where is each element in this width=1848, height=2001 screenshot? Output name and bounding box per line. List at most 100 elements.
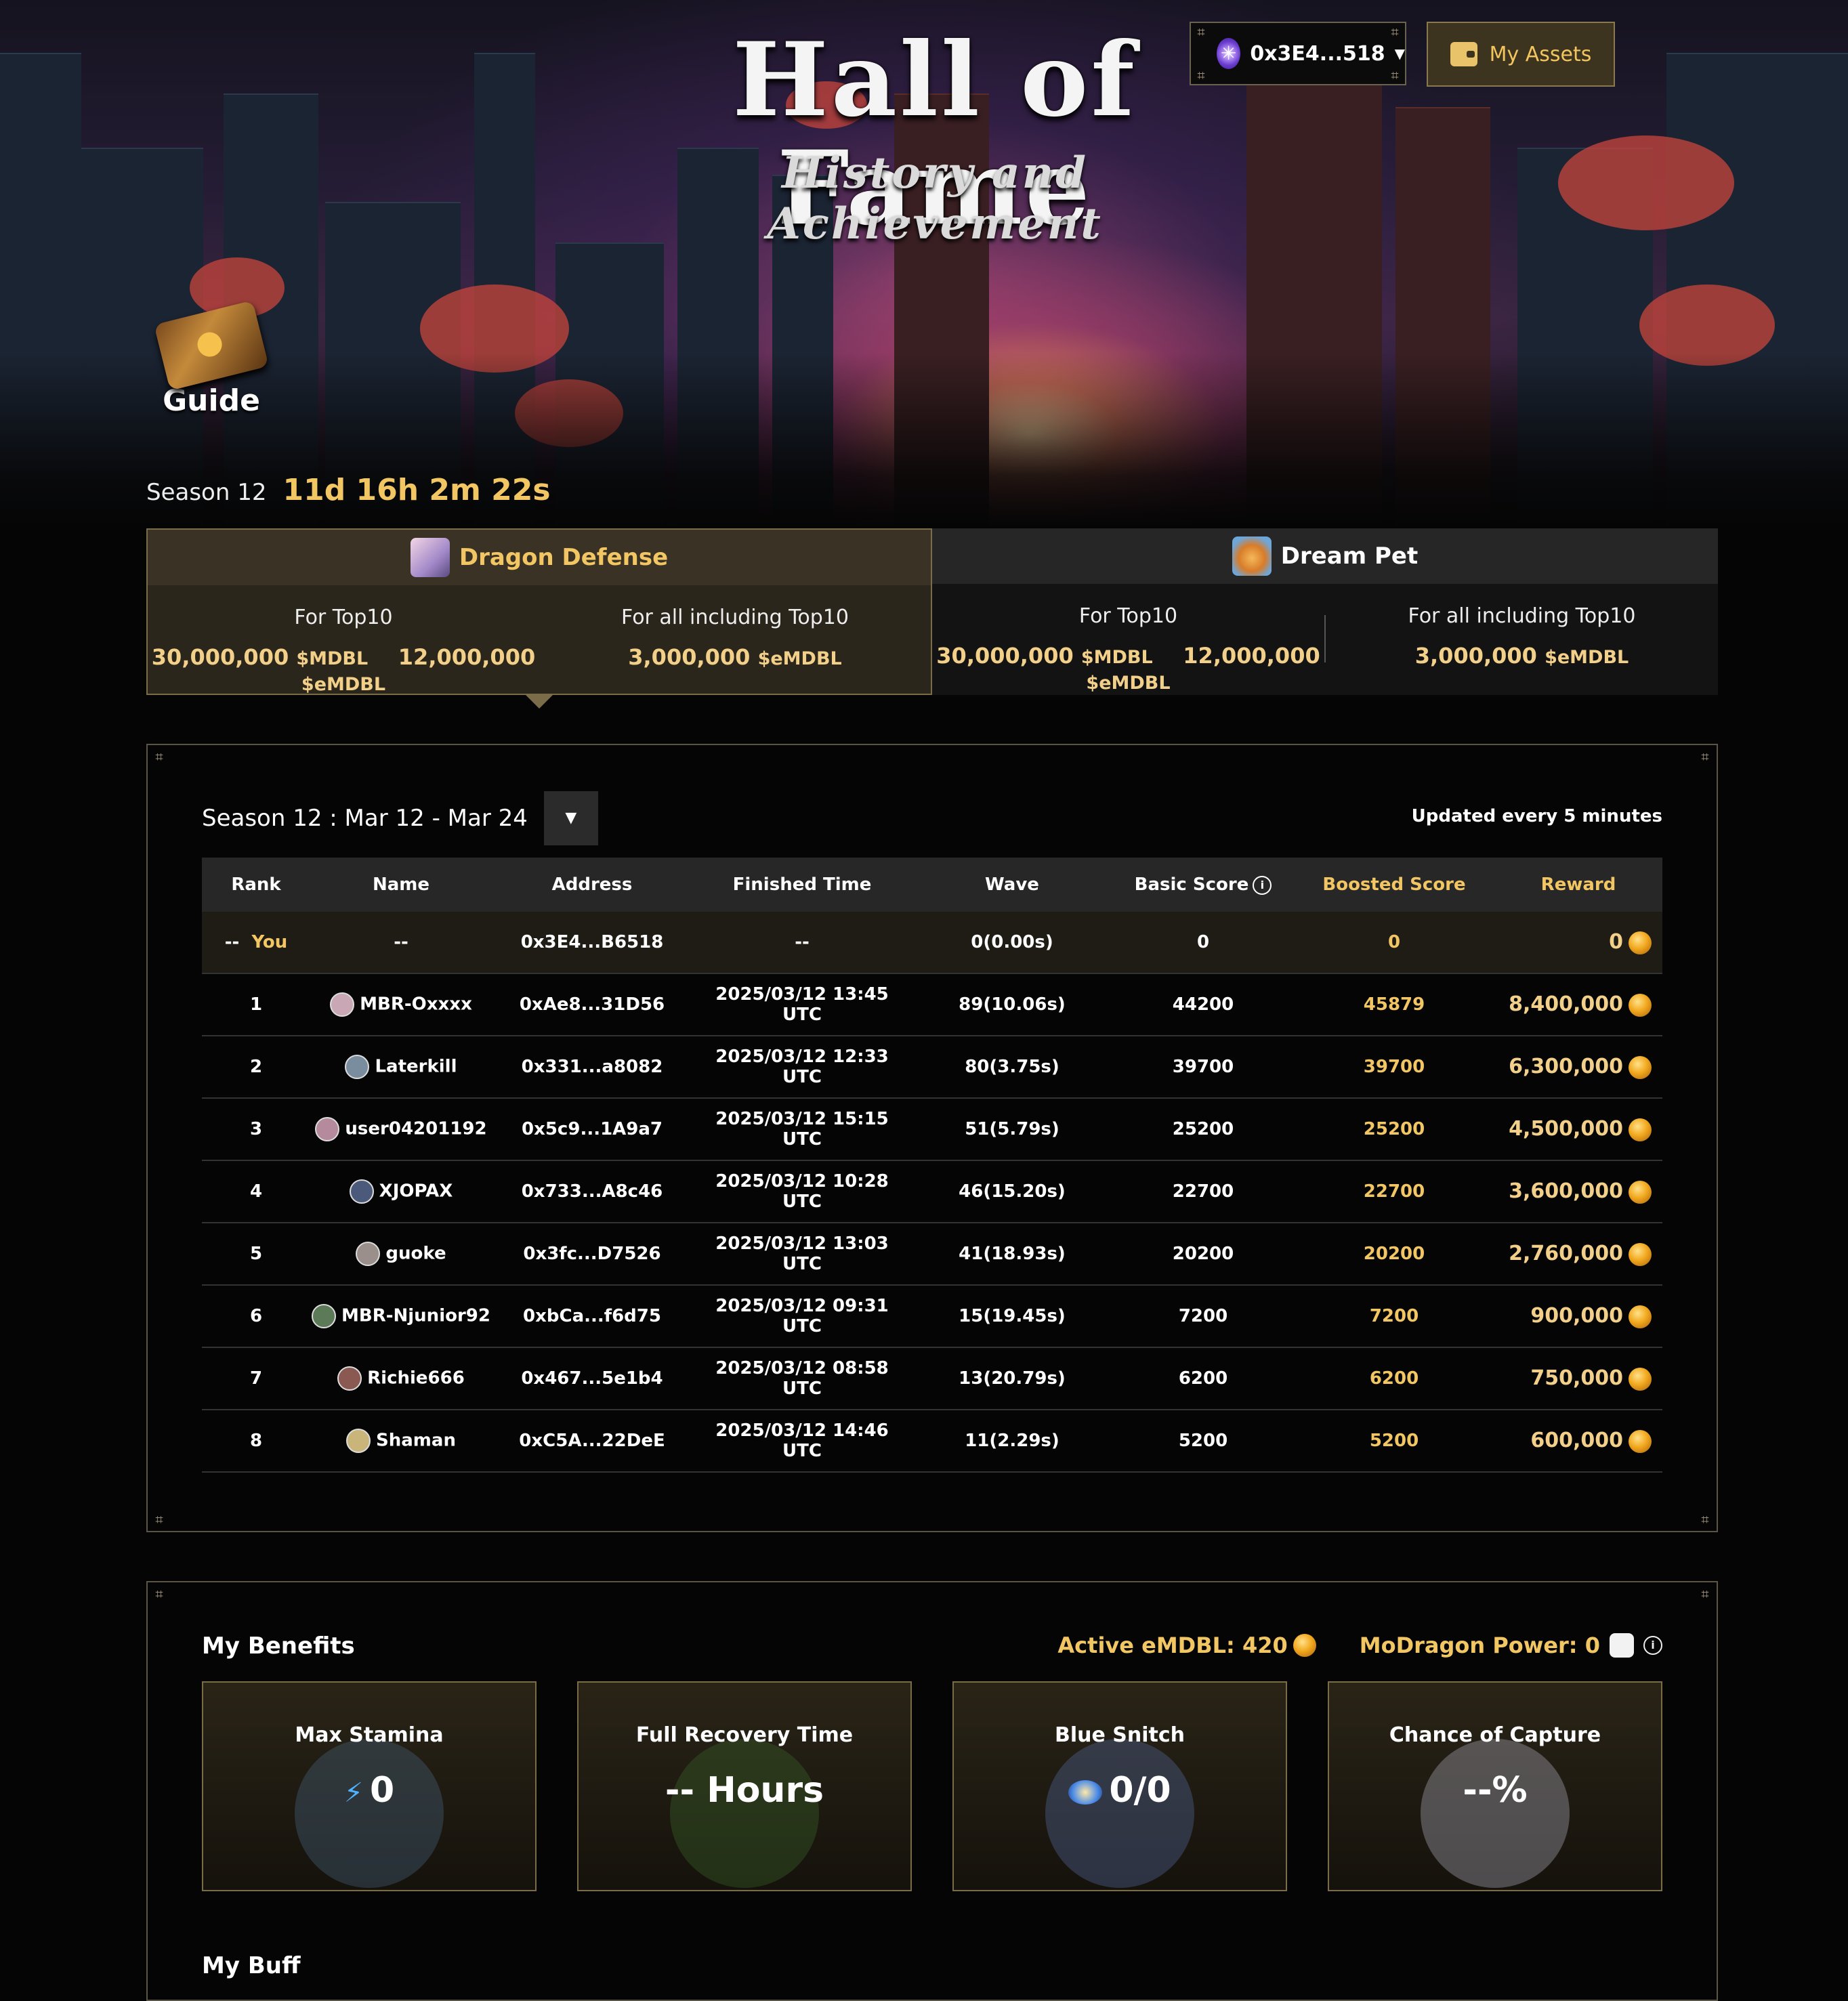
coin-icon (1293, 1634, 1316, 1657)
corner-ornament-icon: ⌗ (1701, 1586, 1709, 1602)
column-header: Finished Time (692, 858, 912, 912)
season-countdown: Season 12 11d 16h 2m 22s (146, 473, 551, 507)
reward-cell: 0 (1494, 912, 1662, 974)
player-name: MBR-Njunior92 (341, 1305, 490, 1326)
reward-cell: 2,760,000 (1494, 1223, 1662, 1286)
corner-ornament-icon: ⌗ (155, 749, 163, 765)
info-icon[interactable]: i (1643, 1636, 1662, 1655)
wallet-icon (1450, 42, 1477, 66)
my-buff-title: My Buff (202, 1952, 301, 1979)
avatar (330, 992, 355, 1017)
rank-cell: 1 (202, 973, 310, 1036)
wave-cell: 89(10.06s) (912, 973, 1112, 1036)
reward-heading: For all including Top10 (1408, 604, 1636, 628)
reward-unit: $eMDBL (1545, 647, 1629, 668)
name-cell[interactable]: Laterkill (310, 1036, 492, 1099)
card-background-art (670, 1739, 819, 1888)
chevron-down-icon: ▼ (565, 809, 577, 826)
name-cell[interactable]: Shaman (310, 1410, 492, 1473)
card-title: Blue Snitch (1054, 1723, 1185, 1747)
reward-unit: $MDBL (296, 648, 369, 669)
chevron-down-icon: ▼ (1394, 45, 1405, 62)
reward-value: 3,600,000 (1509, 1179, 1623, 1204)
coin-icon (1629, 1242, 1652, 1266)
player-name: user04201192 (345, 1118, 487, 1139)
page-subtitle: History and Achievement (767, 148, 1103, 249)
reward-value: 4,500,000 (1509, 1117, 1623, 1141)
active-tab-pointer (526, 695, 553, 709)
reward-value: 2,760,000 (1509, 1242, 1623, 1266)
guide-label: Guide (163, 383, 260, 418)
boosted-score-cell: 45879 (1294, 973, 1494, 1036)
countdown-timer: 11d 16h 2m 22s (282, 473, 551, 507)
reward-cell: 4,500,000 (1494, 1098, 1662, 1161)
season-range: Season 12 : Mar 12 - Mar 24 (202, 805, 528, 832)
fist-icon (1610, 1633, 1634, 1658)
wave-cell: 80(3.75s) (912, 1036, 1112, 1099)
finished-cell: 2025/03/12 13:03 UTC (692, 1223, 912, 1286)
wallet-dropdown[interactable]: ⌗ ⌗ ⌗ ⌗ ✳ 0x3E4...518 ▼ (1190, 22, 1406, 85)
rank-cell: 8 (202, 1410, 310, 1473)
reward-value: 30,000,000 $MDBL 12,000,000 $eMDBL (148, 644, 539, 696)
basic-score-cell: 7200 (1112, 1285, 1294, 1348)
table-row: 6 MBR-Njunior92 0xbCa...f6d75 2025/03/12 09… (202, 1285, 1662, 1348)
guide-button[interactable]: Guide (144, 300, 279, 420)
avatar (312, 1304, 336, 1328)
boosted-score-cell: 20200 (1294, 1223, 1494, 1286)
reward-value: 3,000,000 $eMDBL (539, 644, 931, 670)
card-title: Max Stamina (295, 1723, 444, 1747)
card-title: Chance of Capture (1389, 1723, 1601, 1747)
reward-amount: 12,000,000 (1183, 643, 1320, 669)
rank-cell: 2 (202, 1036, 310, 1099)
card-background-art (1045, 1739, 1194, 1888)
finished-cell: 2025/03/12 14:46 UTC (692, 1410, 912, 1473)
name-cell[interactable]: Richie666 (310, 1347, 492, 1410)
reward-unit: $eMDBL (757, 648, 842, 669)
info-icon[interactable]: i (1253, 875, 1272, 895)
tab-label: Dragon Defense (459, 544, 669, 571)
season-selector: Season 12 : Mar 12 - Mar 24 ▼ (202, 791, 598, 845)
you-label: You (251, 932, 288, 952)
finished-cell: 2025/03/12 15:15 UTC (692, 1098, 912, 1161)
name-cell[interactable]: guoke (310, 1223, 492, 1286)
season-dropdown-button[interactable]: ▼ (543, 791, 598, 845)
table-row: 7 Richie666 0x467...5e1b4 2025/03/12 08:58 … (202, 1347, 1662, 1410)
corner-ornament-icon: ⌗ (155, 1586, 163, 1602)
name-cell[interactable]: MBR-Njunior92 (310, 1285, 492, 1348)
reward-value: 3,000,000 $eMDBL (1326, 643, 1718, 669)
benefit-cards: Max Stamina ⚡ 0 Full Recovery Time -- Hou… (202, 1681, 1662, 1891)
lightning-icon: ⚡ (343, 1777, 363, 1809)
player-name: XJOPAX (379, 1181, 453, 1202)
coin-icon (1629, 993, 1652, 1017)
rank-cell: 7 (202, 1347, 310, 1410)
column-header-label: Basic Score (1134, 875, 1249, 895)
address-cell: 0x331...a8082 (492, 1036, 692, 1099)
my-assets-button[interactable]: My Assets (1427, 22, 1615, 87)
corner-ornament-icon: ⌗ (1701, 749, 1709, 765)
reward-unit: $eMDBL (1086, 673, 1171, 694)
name-cell[interactable]: XJOPAX (310, 1160, 492, 1223)
reward-value: 8,400,000 (1509, 992, 1623, 1017)
card-value: ⚡ 0 (203, 1770, 535, 1811)
finished-cell: -- (692, 912, 912, 974)
wave-cell: 46(15.20s) (912, 1160, 1112, 1223)
table-header-row: Rank Name Address Finished Time Wave Bas… (202, 858, 1662, 912)
name-cell[interactable]: user04201192 (310, 1098, 492, 1161)
finished-cell: 2025/03/12 12:33 UTC (692, 1036, 912, 1099)
benefits-title: My Benefits (202, 1633, 355, 1660)
reward-heading: For Top10 (294, 606, 393, 629)
tab-dragon-defense[interactable]: Dragon Defense For Top10 30,000,000 $MDB… (146, 528, 932, 695)
name-cell[interactable]: MBR-Oxxxx (310, 973, 492, 1036)
tab-label: Dream Pet (1280, 543, 1419, 570)
player-name: Richie666 (367, 1368, 465, 1389)
reward-heading: For Top10 (1078, 604, 1178, 628)
tab-dream-pet[interactable]: Dream Pet For Top10 30,000,000 $MDBL 12,… (932, 528, 1718, 695)
basic-score-cell: 5200 (1112, 1410, 1294, 1473)
table-row: 8 Shaman 0xC5A...22DeE 2025/03/12 14:46 UTC… (202, 1410, 1662, 1473)
reward-unit: $MDBL (1080, 647, 1153, 668)
column-header: Reward (1494, 858, 1662, 912)
bg-foliage (1558, 135, 1734, 230)
wave-cell: 13(20.79s) (912, 1347, 1112, 1410)
active-emdbl: Active eMDBL: 420 (1057, 1633, 1288, 1658)
address-cell: 0x3fc...D7526 (492, 1223, 692, 1286)
